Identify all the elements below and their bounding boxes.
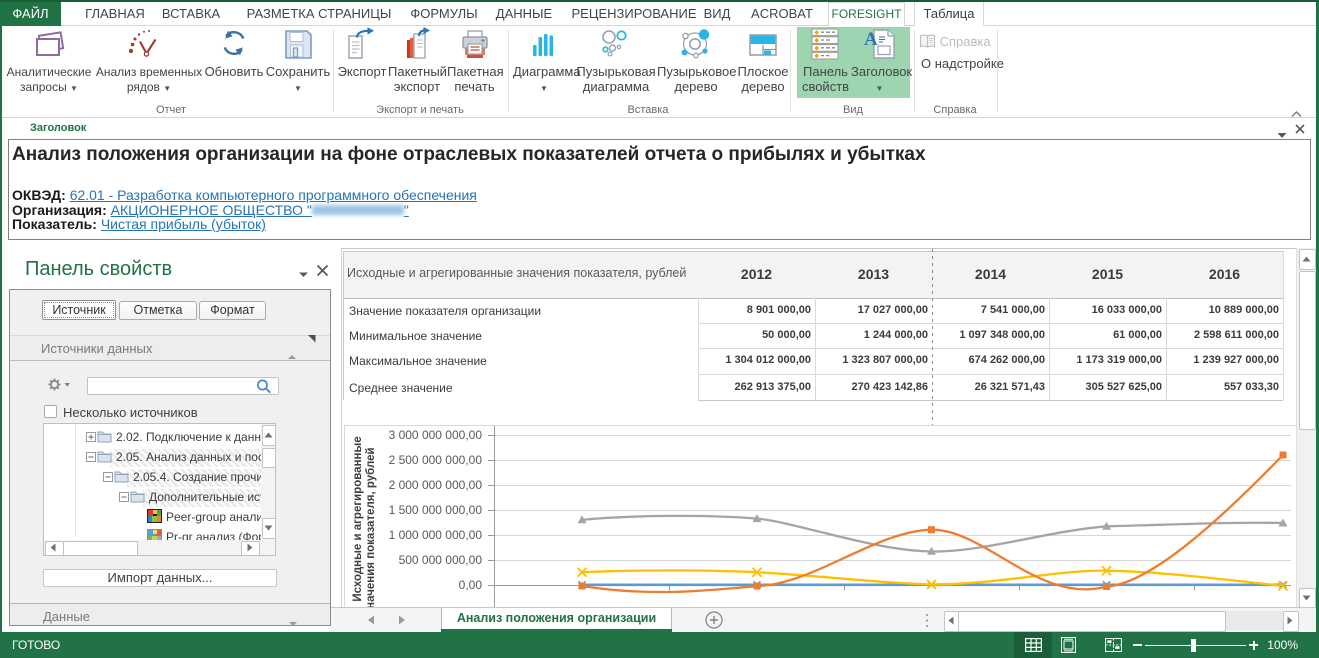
svg-text:1 000 000 000,00: 1 000 000 000,00: [389, 528, 483, 542]
svg-text:2 000 000 000,00: 2 000 000 000,00: [389, 478, 483, 492]
svg-text:Исходные и агрегированные: Исходные и агрегированные: [352, 436, 364, 601]
svg-text:значения показателя, рублей: значения показателя, рублей: [365, 447, 377, 607]
svg-text:2 500 000 000,00: 2 500 000 000,00: [389, 453, 483, 467]
svg-text:0,00: 0,00: [459, 578, 483, 592]
svg-text:1 500 000 000,00: 1 500 000 000,00: [389, 503, 483, 517]
svg-text:A: A: [864, 29, 878, 50]
svg-text:500 000 000,00: 500 000 000,00: [399, 553, 483, 567]
svg-text:3 000 000 000,00: 3 000 000 000,00: [389, 428, 483, 442]
